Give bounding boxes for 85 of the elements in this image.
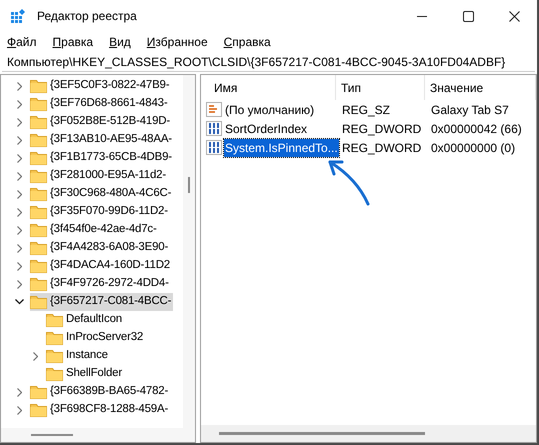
folder-icon <box>46 331 63 345</box>
chevron-right-icon[interactable] <box>16 190 22 198</box>
chevron-right-icon[interactable] <box>16 82 22 90</box>
chevron-right-icon[interactable] <box>16 100 22 108</box>
chevron-right-icon[interactable] <box>32 352 38 360</box>
chevron-right-icon[interactable] <box>16 262 22 270</box>
folder-icon <box>30 205 47 219</box>
tree-item[interactable]: InProcServer32 <box>46 329 146 347</box>
value-type: REG_DWORD <box>342 140 422 154</box>
scrollbar-thumb[interactable] <box>31 434 73 436</box>
menu-item[interactable]: Справка <box>220 33 275 51</box>
folder-icon <box>30 241 47 255</box>
folder-icon <box>30 403 47 417</box>
tree-item[interactable]: {3F4F9726-2972-4DD4- <box>30 275 171 293</box>
chevron-right-icon[interactable] <box>16 208 22 216</box>
tree-item[interactable]: {3F13AB10-AE95-48AA- <box>30 131 174 149</box>
horizontal-scrollbar[interactable] <box>201 425 536 442</box>
folder-icon <box>30 169 47 183</box>
chevron-right-icon[interactable] <box>16 388 22 396</box>
value-type: REG_SZ <box>342 102 390 116</box>
tree-item[interactable]: {3F66389B-BA65-4782- <box>30 383 170 401</box>
folder-icon <box>30 223 47 237</box>
folder-icon <box>30 277 47 291</box>
column-header[interactable]: Имя <box>201 75 336 100</box>
vertical-scrollbar[interactable] <box>183 75 195 428</box>
folder-icon <box>30 187 47 201</box>
menu-item[interactable]: Правка <box>48 33 98 51</box>
value-data: 0x00000042 (66) <box>431 122 522 136</box>
scrollbar-thumb[interactable] <box>188 177 190 193</box>
tree-item[interactable]: {3F4A4283-6A08-3E90- <box>30 239 170 257</box>
tree-item[interactable]: {3EF76D68-8661-4843- <box>30 95 170 113</box>
folder-icon <box>30 115 47 129</box>
binary-value-icon <box>206 121 222 136</box>
chevron-right-icon[interactable] <box>16 280 22 288</box>
tree-item[interactable]: {3F1B1773-65CB-4DB9- <box>30 149 174 167</box>
folder-icon <box>46 367 63 381</box>
folder-icon <box>46 349 63 363</box>
chevron-right-icon[interactable] <box>16 226 22 234</box>
window-title: Редактор реестра <box>37 8 137 25</box>
chevron-right-icon[interactable] <box>16 244 22 252</box>
folder-icon <box>30 79 47 93</box>
value-name[interactable]: SortOrderIndex <box>224 120 308 138</box>
folder-icon <box>30 295 47 309</box>
menu-item[interactable]: Избранное <box>142 33 212 51</box>
tree-item[interactable]: {3F4DACA4-160D-11D2 <box>30 257 172 275</box>
chevron-right-icon[interactable] <box>16 406 22 414</box>
column-header[interactable]: Значение <box>425 75 536 100</box>
value-data: Galaxy Tab S7 <box>431 102 509 116</box>
maximize-icon <box>462 10 474 22</box>
value-name[interactable]: System.IsPinnedTo... <box>224 138 339 156</box>
tree-item[interactable]: {3F698CF8-1288-459A- <box>30 401 170 419</box>
tree-item[interactable]: Instance <box>46 347 110 365</box>
scrollbar-thumb[interactable] <box>219 432 425 435</box>
address-bar[interactable]: Компьютер\HKEY_CLASSES_ROOT\CLSID\{3F657217-C081-4BCC-9045-3A10FD04ADBF} <box>2 53 535 72</box>
chevron-right-icon[interactable] <box>16 118 22 126</box>
folder-icon <box>30 97 47 111</box>
tree-item[interactable]: {3F657217-C081-4BCC- <box>30 293 174 311</box>
column-header[interactable]: Тип <box>336 75 425 100</box>
chevron-right-icon[interactable] <box>16 154 22 162</box>
tree-item[interactable]: {3F35F070-99D6-11D2- <box>30 203 170 221</box>
folder-icon <box>30 385 47 399</box>
folder-icon <box>30 151 47 165</box>
tree-item[interactable]: {3EF5C0F3-0822-47B9- <box>30 77 172 95</box>
chevron-right-icon[interactable] <box>16 172 22 180</box>
value-data: 0x00000000 (0) <box>431 140 516 154</box>
folder-icon <box>30 133 47 147</box>
folder-icon <box>30 259 47 273</box>
close-icon <box>508 10 520 22</box>
chevron-right-icon[interactable] <box>16 136 22 144</box>
value-type: REG_DWORD <box>342 122 422 136</box>
menu-item[interactable]: Вид <box>105 33 135 51</box>
menu-item[interactable]: Файл <box>3 33 41 51</box>
binary-value-icon <box>206 140 222 155</box>
tree-item[interactable]: {3f454f0e-42ae-4d7c- <box>30 221 159 239</box>
registry-editor-icon <box>10 8 26 24</box>
tree-item[interactable]: {3F281000-E95A-11d2- <box>30 167 168 185</box>
tree-item[interactable]: {3F30C968-480A-4C6C- <box>30 185 174 203</box>
chevron-down-icon[interactable] <box>14 299 24 305</box>
tree-item[interactable]: DefaultIcon <box>46 311 124 329</box>
horizontal-scrollbar[interactable] <box>1 428 195 442</box>
string-value-icon <box>206 102 222 117</box>
value-name[interactable]: (По умолчанию) <box>224 100 316 118</box>
tree-item[interactable]: {3F052B8E-512B-419D- <box>30 113 172 131</box>
tree-item[interactable]: ShellFolder <box>46 365 124 383</box>
folder-icon <box>46 313 63 327</box>
